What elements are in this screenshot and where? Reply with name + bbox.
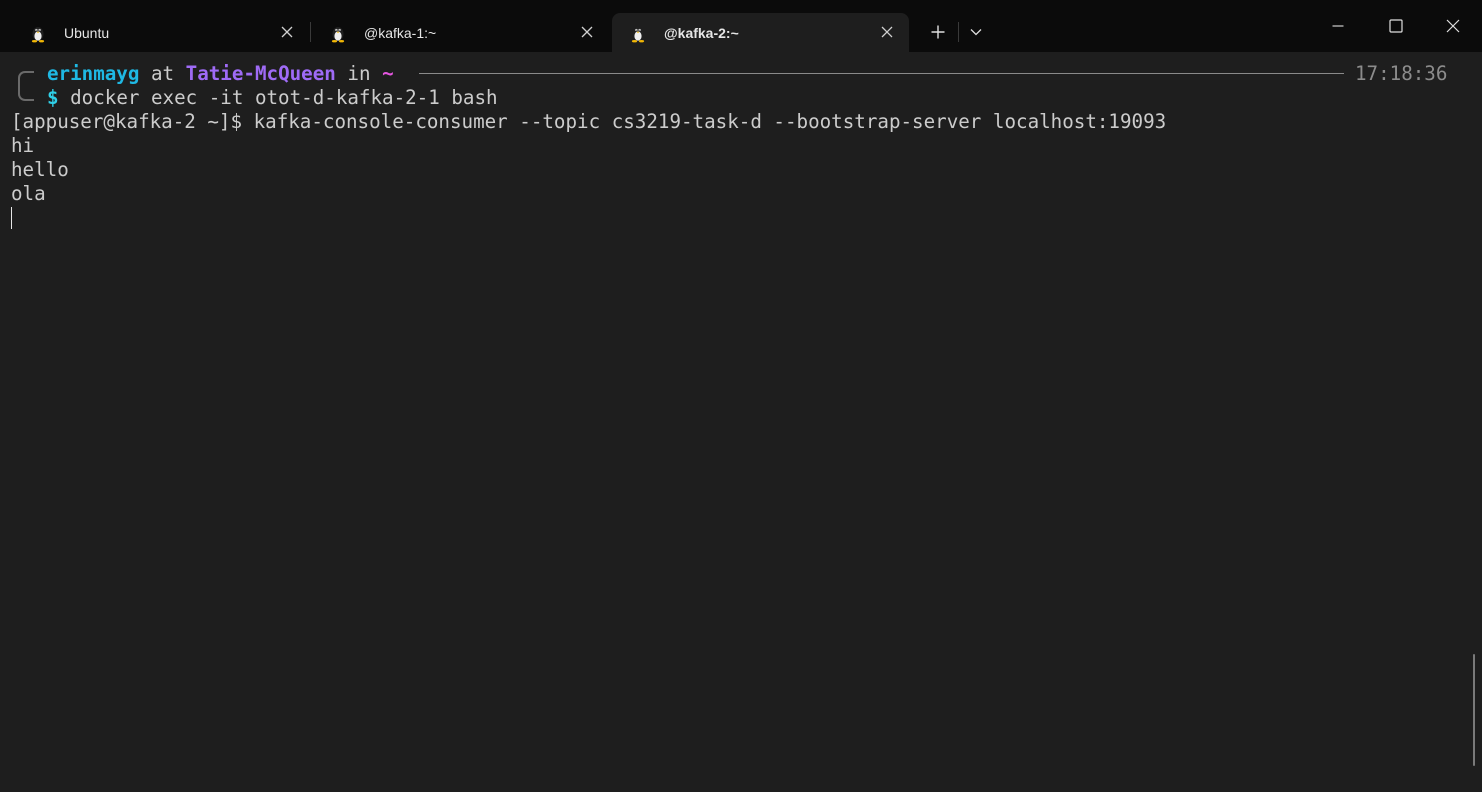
text-cursor <box>11 207 12 229</box>
close-icon <box>881 26 893 38</box>
chevron-down-icon <box>970 29 982 36</box>
close-tab-button[interactable] <box>877 22 897 42</box>
tab-separator <box>310 22 311 42</box>
prompt-host: Tatie-McQueen <box>185 62 336 85</box>
tab-kafka-1[interactable]: @kafka-1:~ <box>312 13 609 52</box>
minimize-button[interactable] <box>1309 0 1367 52</box>
close-icon <box>281 26 293 38</box>
prompt-in: in <box>347 62 371 85</box>
plus-icon <box>931 25 945 39</box>
close-icon <box>581 26 593 38</box>
output-line: ola <box>11 182 46 205</box>
tab-label: Ubuntu <box>64 24 110 41</box>
window-close-button[interactable] <box>1424 0 1482 52</box>
window-close-icon <box>1446 19 1460 33</box>
maximize-button[interactable] <box>1367 0 1425 52</box>
prompt-line: erinmayg at Tatie-McQueen in ~ <box>47 62 394 86</box>
scrollbar[interactable] <box>1473 654 1475 766</box>
prompt-user: erinmayg <box>47 62 140 85</box>
new-tab-button[interactable] <box>922 20 954 44</box>
tab-ubuntu[interactable]: Ubuntu <box>12 13 309 52</box>
prompt-directory: ~ <box>382 62 394 85</box>
prompt-rule-line <box>419 73 1344 74</box>
tux-linux-icon <box>331 26 345 42</box>
output-line: hi <box>11 134 35 157</box>
close-tab-button[interactable] <box>577 22 597 42</box>
prompt-dollar: $ <box>47 86 59 109</box>
tux-linux-icon <box>631 26 645 42</box>
tab-separator <box>958 22 959 42</box>
output-line: hello <box>11 158 69 181</box>
title-bar: Ubuntu @kafka-1:~ @kafka-2:~ <box>0 0 1482 52</box>
prompt-bracket-decoration <box>18 71 34 101</box>
prompt-at: at <box>150 62 175 85</box>
tab-dropdown-button[interactable] <box>962 20 990 44</box>
command-line: $ docker exec -it otot-d-kafka-2-1 bash <box>47 86 498 110</box>
tab-kafka-2[interactable]: @kafka-2:~ <box>612 13 909 52</box>
tab-label: @kafka-2:~ <box>664 24 739 41</box>
tux-linux-icon <box>31 26 45 42</box>
maximize-icon <box>1389 19 1403 33</box>
close-tab-button[interactable] <box>277 22 297 42</box>
output-line: [appuser@kafka-2 ~]$ kafka-console-consu… <box>11 110 1167 133</box>
prompt-time: 17:18:36 <box>1355 62 1448 85</box>
terminal-pane[interactable]: erinmayg at Tatie-McQueen in ~ 17:18:36 … <box>0 52 1482 792</box>
tab-label: @kafka-1:~ <box>364 24 437 41</box>
command-text: docker exec -it otot-d-kafka-2-1 bash <box>70 86 498 109</box>
minimize-icon <box>1332 25 1344 27</box>
